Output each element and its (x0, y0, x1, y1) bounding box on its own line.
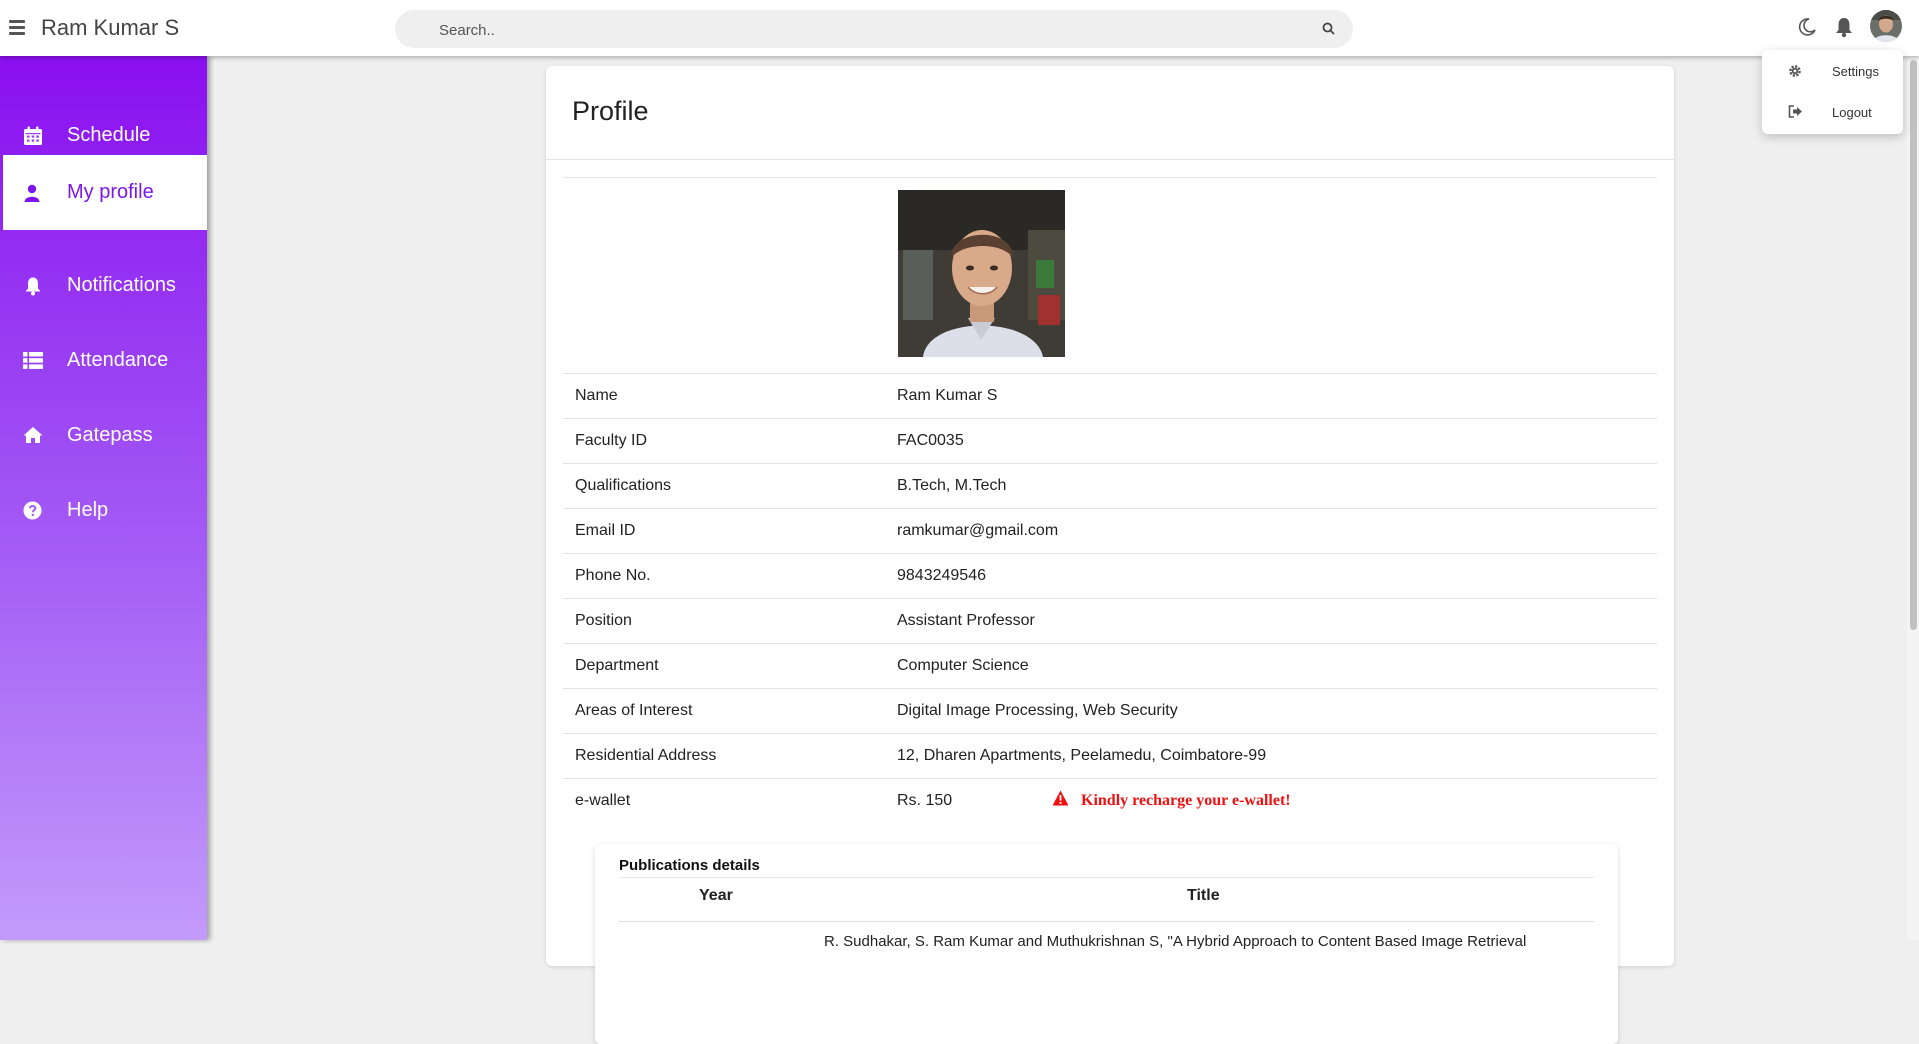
profile-card: Profile Name Ram Kumar S Faculty ID FAC0… (546, 66, 1674, 1044)
table-row: Name Ram Kumar S (563, 373, 1657, 418)
field-value: B.Tech, M.Tech (897, 477, 1007, 494)
publication-row-title: R. Sudhakar, S. Ram Kumar and Muthukrish… (824, 933, 1527, 950)
publications-title: Publications details (619, 857, 760, 874)
hamburger-menu-icon[interactable] (9, 20, 25, 35)
table-row: Phone No. 9843249546 (563, 553, 1657, 598)
table-row: Residential Address 12, Dharen Apartment… (563, 733, 1657, 778)
field-label: Faculty ID (575, 432, 648, 449)
table-row: Email ID ramkumar@gmail.com (563, 508, 1657, 553)
divider (619, 877, 1594, 878)
field-value: 9843249546 (897, 567, 986, 584)
sidebar: Schedule My profile Notifications Attend… (0, 56, 207, 940)
field-label: Name (575, 387, 618, 404)
warning-triangle-icon (1052, 790, 1069, 806)
page-title: Profile (572, 96, 649, 126)
field-label: Residential Address (575, 747, 717, 764)
field-value: Computer Science (897, 657, 1029, 674)
user-icon (24, 184, 40, 202)
search-input[interactable] (437, 10, 1321, 50)
field-value: Digital Image Processing, Web Security (897, 702, 1178, 719)
sidebar-item-label: Gatepass (67, 424, 153, 446)
column-header-title: Title (1187, 887, 1220, 904)
publications-panel: Publications details Year Title R. Sudha… (595, 844, 1618, 1044)
page-scrollbar[interactable] (1907, 56, 1919, 940)
notifications-bell-icon[interactable] (1834, 16, 1854, 38)
profile-details-table: Name Ram Kumar S Faculty ID FAC0035 Qual… (563, 373, 1657, 823)
field-label: Qualifications (575, 477, 672, 494)
field-value: Assistant Professor (897, 612, 1035, 629)
user-dropdown-menu: Settings Logout (1762, 50, 1903, 134)
calendar-icon (24, 126, 42, 145)
logout-menu-item[interactable]: Logout (1762, 95, 1903, 129)
profile-photo (898, 190, 1065, 357)
field-value: Rs. 150 (897, 792, 953, 809)
sidebar-item-my-profile[interactable]: My profile (3, 155, 207, 230)
divider (546, 159, 1674, 160)
divider (619, 921, 1594, 922)
sidebar-item-gatepass[interactable]: Gatepass (0, 398, 207, 473)
sidebar-item-label: Schedule (67, 124, 151, 146)
field-value: Ram Kumar S (897, 387, 998, 404)
bell-icon (25, 277, 41, 296)
table-row: Faculty ID FAC0035 (563, 418, 1657, 463)
table-row: Areas of Interest Digital Image Processi… (563, 688, 1657, 733)
sidebar-item-label: Help (67, 499, 109, 521)
sidebar-item-attendance[interactable]: Attendance (0, 323, 207, 398)
table-row: Position Assistant Professor (563, 598, 1657, 643)
app-title: Ram Kumar S (41, 15, 180, 40)
divider (563, 177, 1657, 178)
wallet-warning: Kindly recharge your e-wallet! (1052, 790, 1291, 811)
logout-icon (1788, 105, 1802, 118)
sidebar-item-help[interactable]: Help (0, 473, 207, 548)
field-label: e-wallet (575, 792, 631, 809)
list-icon (23, 352, 43, 369)
field-label: Email ID (575, 522, 636, 539)
field-value: FAC0035 (897, 432, 964, 449)
search-icon[interactable] (1322, 22, 1335, 35)
field-label: Phone No. (575, 567, 651, 584)
gear-icon (1789, 65, 1801, 77)
table-row: e-wallet Rs. 150 Kindly recharge your e-… (563, 778, 1657, 823)
field-value: 12, Dharen Apartments, Peelamedu, Coimba… (897, 747, 1267, 764)
settings-menu-item[interactable]: Settings (1762, 54, 1903, 88)
sidebar-item-label: My profile (67, 181, 154, 203)
search-bar[interactable] (395, 10, 1353, 50)
column-header-year: Year (699, 887, 733, 904)
sidebar-item-label: Attendance (67, 349, 169, 371)
scrollbar-thumb[interactable] (1910, 60, 1917, 630)
field-label: Department (575, 657, 659, 674)
wallet-warning-text: Kindly recharge your e-wallet! (1081, 792, 1291, 809)
dark-mode-moon-icon[interactable] (1797, 17, 1817, 37)
field-value: ramkumar@gmail.com (897, 522, 1059, 539)
sidebar-item-notifications[interactable]: Notifications (0, 248, 207, 323)
table-row: Department Computer Science (563, 643, 1657, 688)
field-label: Position (575, 612, 632, 629)
field-label: Areas of Interest (575, 702, 693, 719)
settings-label: Settings (1832, 64, 1879, 79)
question-circle-icon (23, 501, 42, 520)
sidebar-item-label: Notifications (67, 274, 176, 296)
table-row: Qualifications B.Tech, M.Tech (563, 463, 1657, 508)
home-icon (23, 427, 43, 443)
top-bar: Ram Kumar S (0, 0, 1919, 56)
logout-label: Logout (1832, 105, 1872, 120)
user-avatar[interactable] (1870, 10, 1902, 42)
